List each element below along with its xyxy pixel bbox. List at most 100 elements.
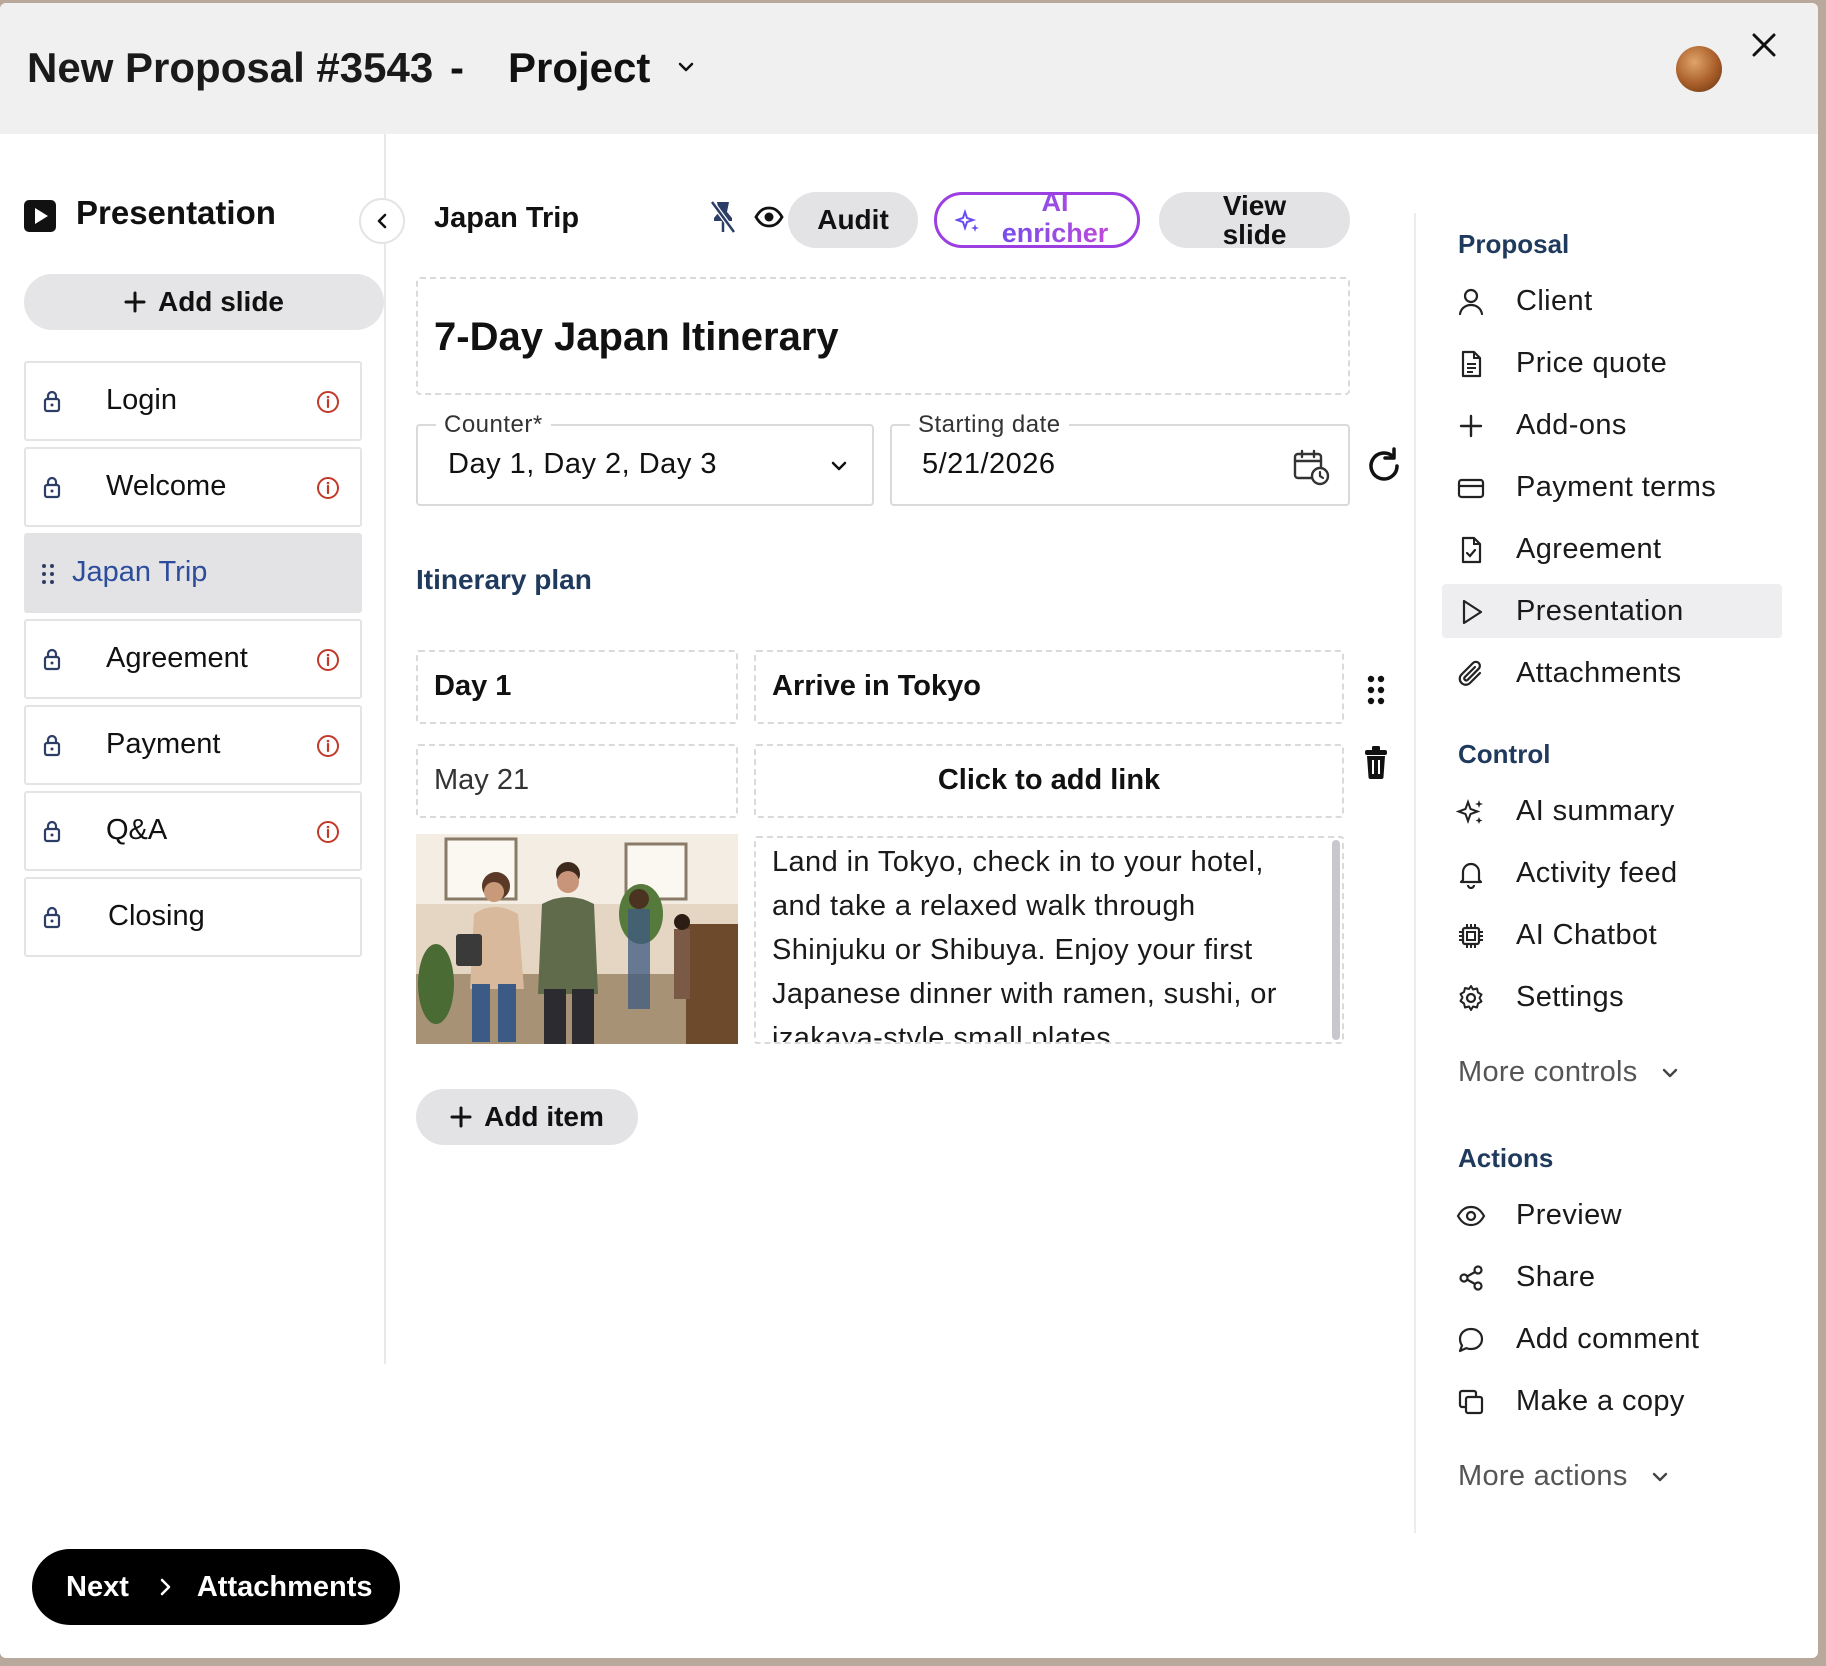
- proposal-title: New Proposal #3543: [27, 44, 434, 91]
- menu-item-settings[interactable]: Settings: [1442, 970, 1782, 1024]
- gear-icon: [1459, 985, 1483, 1011]
- menu-item-add-comment[interactable]: Add comment: [1442, 1312, 1782, 1366]
- info-icon[interactable]: [316, 390, 340, 414]
- collapse-sidebar-button[interactable]: [359, 198, 405, 244]
- menu-item-make-copy[interactable]: Make a copy: [1442, 1374, 1782, 1428]
- document-icon: [1461, 350, 1482, 378]
- view-slide-button[interactable]: View slide: [1159, 190, 1350, 250]
- refresh-icon[interactable]: [1364, 446, 1404, 486]
- unpin-icon[interactable]: [708, 199, 738, 235]
- itinerary-photo[interactable]: [416, 834, 738, 1044]
- menu-item-payment-terms[interactable]: Payment terms: [1442, 460, 1782, 514]
- info-icon[interactable]: [316, 734, 340, 758]
- slide-item-welcome[interactable]: Welcome: [24, 447, 362, 527]
- menu-label: Settings: [1516, 981, 1624, 1013]
- menu-label: Agreement: [1516, 533, 1662, 565]
- menu-item-presentation[interactable]: Presentation: [1442, 584, 1782, 638]
- slide-label: Login: [106, 384, 177, 416]
- starting-date-value: 5/21/2026: [922, 448, 1056, 480]
- drag-handle-icon[interactable]: [1366, 674, 1386, 706]
- starting-date-field[interactable]: Starting date 5/21/2026: [890, 411, 1350, 506]
- slide-item-japan-trip[interactable]: Japan Trip: [24, 533, 362, 613]
- calendar-clock-icon[interactable]: [1292, 448, 1330, 486]
- description-scrollbar[interactable]: [1332, 840, 1340, 1040]
- day-field[interactable]: Day 1: [416, 650, 738, 724]
- chevron-left-icon: [377, 213, 387, 229]
- slide-label: Japan Trip: [72, 556, 208, 588]
- people-walking-photo: [416, 834, 738, 1044]
- menu-item-share[interactable]: Share: [1442, 1250, 1782, 1304]
- date-field[interactable]: May 21: [416, 744, 738, 818]
- menu-item-attachments[interactable]: Attachments: [1442, 646, 1782, 700]
- item-date: May 21: [434, 764, 530, 796]
- counter-select[interactable]: Counter* Day 1, Day 2, Day 3: [416, 411, 874, 506]
- chevron-down-icon: [1652, 1473, 1668, 1482]
- menu-item-ai-chatbot[interactable]: AI Chatbot: [1442, 908, 1782, 962]
- add-slide-button[interactable]: Add slide: [24, 274, 384, 330]
- proposal-menu: Proposal Client Price quote Add-ons Paym…: [1414, 213, 1818, 1533]
- eye-icon[interactable]: [754, 206, 784, 228]
- drag-handle-icon[interactable]: [40, 562, 56, 586]
- next-target-label: Attachments: [196, 1570, 373, 1603]
- slide-title-field[interactable]: 7-Day Japan Itinerary: [416, 277, 1350, 395]
- project-selector[interactable]: Project: [508, 44, 650, 92]
- comment-icon: [1458, 1327, 1484, 1353]
- menu-item-client[interactable]: Client: [1442, 274, 1782, 328]
- lock-icon: [43, 734, 61, 757]
- slide-label: Agreement: [106, 642, 248, 674]
- more-controls-toggle[interactable]: More controls: [1458, 1056, 1680, 1089]
- menu-label: Attachments: [1516, 657, 1682, 689]
- trash-icon[interactable]: [1362, 744, 1390, 780]
- info-icon[interactable]: [316, 476, 340, 500]
- avatar[interactable]: [1676, 46, 1722, 92]
- menu-item-agreement[interactable]: Agreement: [1442, 522, 1782, 576]
- user-icon: [1458, 288, 1484, 316]
- menu-label: Price quote: [1516, 347, 1668, 379]
- bell-icon: [1459, 862, 1483, 889]
- next-label: Next: [66, 1570, 129, 1603]
- itinerary-plan-label: Itinerary plan: [416, 564, 592, 595]
- slide-label: Payment: [106, 728, 221, 760]
- menu-item-ai-summary[interactable]: AI summary: [1442, 784, 1782, 838]
- more-actions-label: More actions: [1458, 1460, 1628, 1492]
- add-item-button[interactable]: Add item: [416, 1089, 638, 1145]
- menu-label: Preview: [1516, 1199, 1622, 1231]
- menu-item-preview[interactable]: Preview: [1442, 1188, 1782, 1242]
- item-description-field[interactable]: Land in Tokyo, check in to your hotel, a…: [754, 836, 1344, 1044]
- proposal-group-heading: Proposal: [1458, 229, 1570, 259]
- menu-item-price-quote[interactable]: Price quote: [1442, 336, 1782, 390]
- slide-name: Japan Trip: [434, 202, 580, 234]
- actions-group-heading: Actions: [1458, 1143, 1554, 1173]
- slide-item-payment[interactable]: Payment: [24, 705, 362, 785]
- signed-document-icon: [1461, 536, 1482, 564]
- view-slide-label: View slide: [1222, 190, 1287, 250]
- info-icon[interactable]: [316, 648, 340, 672]
- add-link-field[interactable]: Click to add link: [754, 744, 1344, 818]
- menu-item-add-ons[interactable]: Add-ons: [1442, 398, 1782, 452]
- slide-editor: Japan Trip Audit AI enricher View slide …: [388, 134, 1413, 1534]
- sidebar-title: Presentation: [76, 194, 276, 231]
- slide-item-agreement[interactable]: Agreement: [24, 619, 362, 699]
- slides-sidebar: Presentation Add slide Login Welcome Jap…: [0, 134, 405, 1364]
- close-icon[interactable]: [1748, 29, 1780, 61]
- next-button[interactable]: Next Attachments: [32, 1549, 400, 1625]
- chevron-down-icon[interactable]: [674, 55, 698, 79]
- slide-item-closing[interactable]: Closing: [24, 877, 362, 957]
- menu-label: Client: [1516, 285, 1593, 317]
- title-separator: -: [450, 44, 464, 91]
- card-icon: [1457, 478, 1485, 499]
- item-heading-field[interactable]: Arrive in Tokyo: [754, 650, 1344, 724]
- eye-icon: [1456, 1205, 1486, 1227]
- more-actions-toggle[interactable]: More actions: [1458, 1460, 1670, 1493]
- slide-item-qa[interactable]: Q&A: [24, 791, 362, 871]
- info-icon[interactable]: [316, 820, 340, 844]
- slide-item-login[interactable]: Login: [24, 361, 362, 441]
- menu-label: Add-ons: [1516, 409, 1627, 441]
- copy-icon: [1458, 1389, 1484, 1415]
- lock-icon: [43, 820, 61, 843]
- menu-item-activity-feed[interactable]: Activity feed: [1442, 846, 1782, 900]
- play-icon: [1462, 599, 1483, 625]
- audit-button[interactable]: Audit: [788, 192, 918, 248]
- ai-enricher-button[interactable]: AI enricher: [934, 192, 1140, 248]
- share-icon: [1459, 1265, 1483, 1291]
